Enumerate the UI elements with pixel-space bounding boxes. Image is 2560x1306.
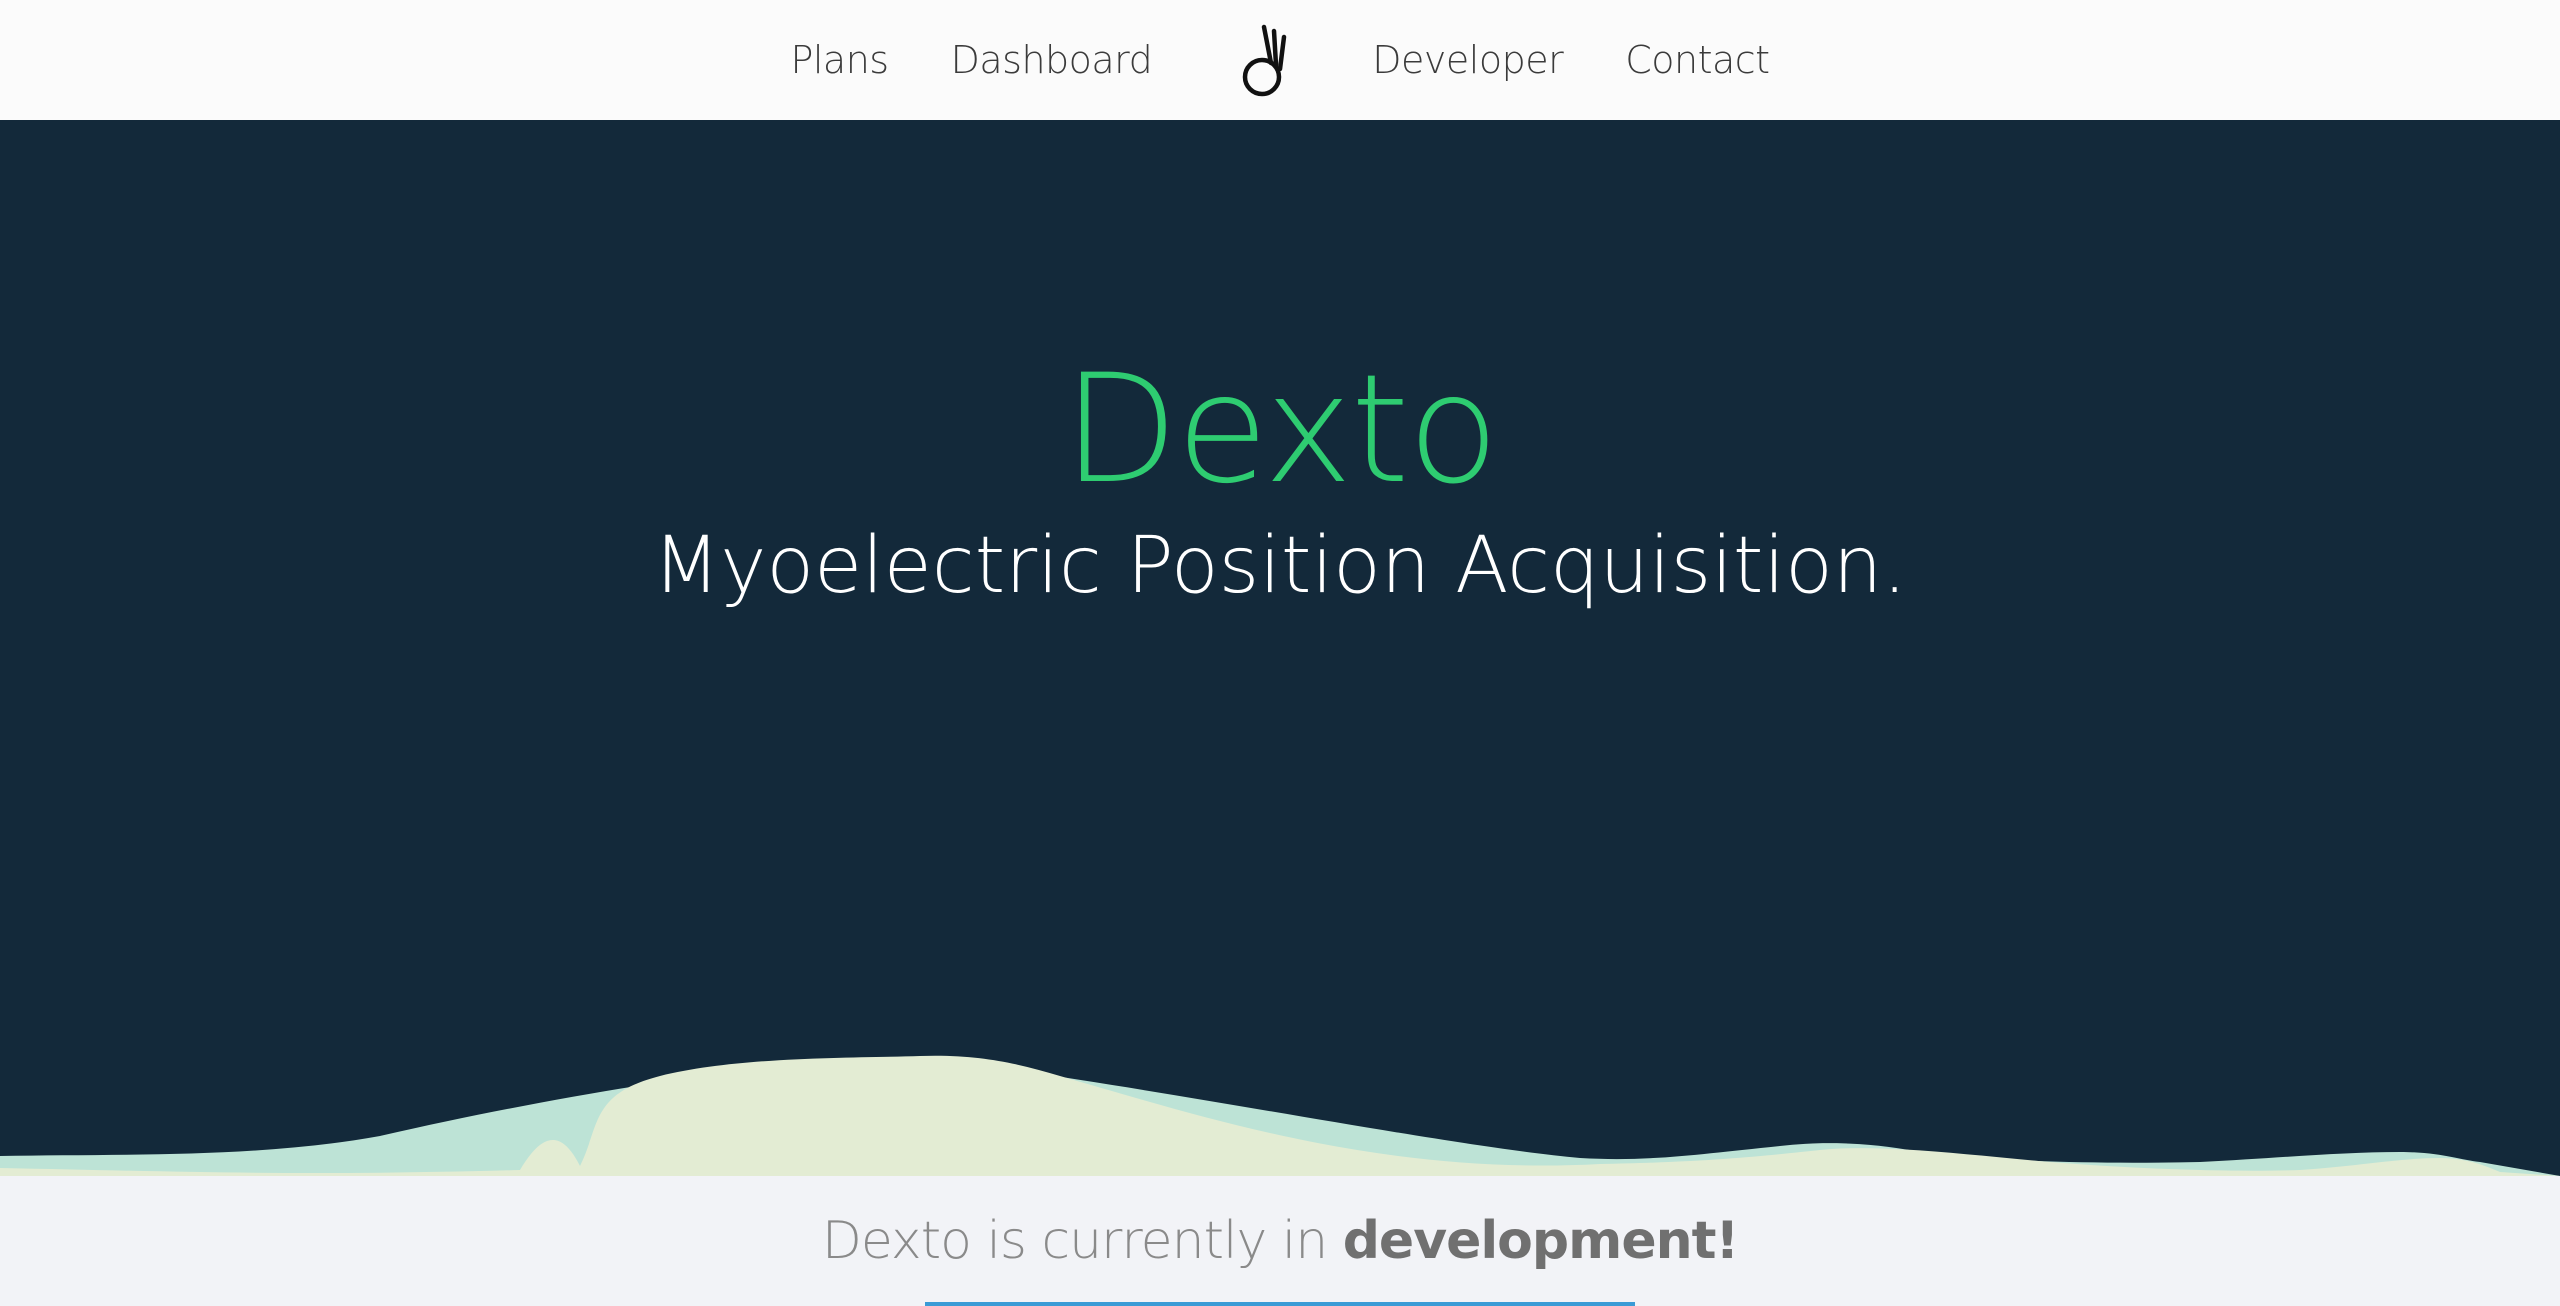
nav-link-plans[interactable]: Plans	[790, 38, 889, 82]
top-navigation: Plans Dashboard Developer Contact	[0, 0, 2560, 120]
banner-text-prefix: Dexto is currently in	[821, 1211, 1343, 1271]
banner-message: Dexto is currently in development!	[0, 1206, 2560, 1276]
hero-section: Dexto Myoelectric Position Acquisition.	[0, 120, 2560, 1176]
nav-link-contact[interactable]: Contact	[1625, 38, 1770, 82]
ok-hand-icon[interactable]	[1230, 18, 1302, 102]
nav-right-group: Developer Contact	[1372, 38, 1770, 82]
development-banner: Dexto is currently in development!	[0, 1176, 2560, 1306]
decorative-hills	[0, 1055, 2560, 1176]
banner-accent-bar	[925, 1302, 1635, 1306]
hero-title: Dexto	[1062, 343, 1500, 517]
nav-left-group: Plans Dashboard	[790, 38, 1152, 82]
nav-link-dashboard[interactable]: Dashboard	[951, 38, 1153, 82]
banner-text-emphasis: development!	[1342, 1211, 1739, 1271]
hero-subtitle: Myoelectric Position Acquisition.	[652, 521, 1908, 611]
nav-link-developer[interactable]: Developer	[1372, 38, 1563, 82]
